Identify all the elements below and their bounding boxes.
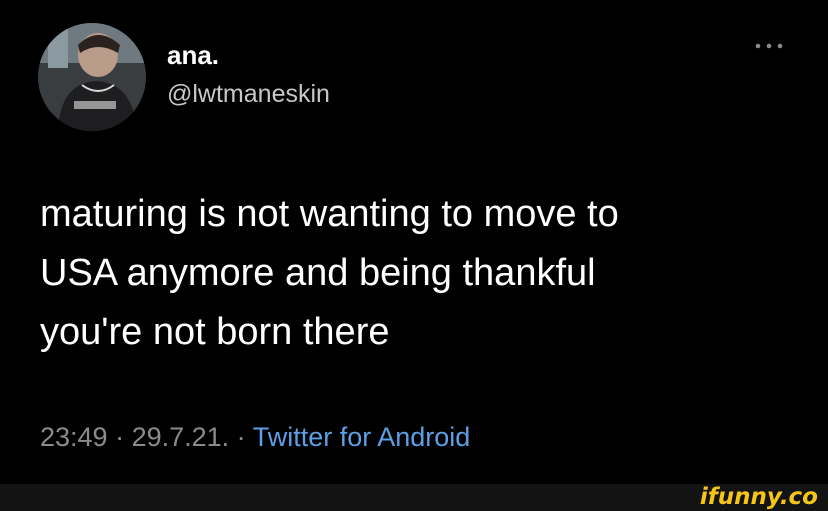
user-handle[interactable]: @lwtmaneskin xyxy=(167,79,330,109)
tweet-line: maturing is not wanting to move to xyxy=(40,193,619,235)
meta-separator: · xyxy=(229,422,253,452)
meta-separator: · xyxy=(107,422,132,452)
more-dots-glyph xyxy=(755,43,783,49)
tweet-time[interactable]: 23:49 xyxy=(40,422,108,452)
more-dots-icon[interactable] xyxy=(754,40,784,52)
tweet-date[interactable]: 29.7.21. xyxy=(132,422,230,452)
display-name[interactable]: ana. xyxy=(167,40,219,70)
tweet-meta: 23:49 · 29.7.21. · Twitter for Android xyxy=(40,420,470,454)
tweet-line: you're not born there xyxy=(40,311,390,353)
tweet-source-link[interactable]: Twitter for Android xyxy=(253,422,471,452)
tweet-text: maturing is not wanting to move to USA a… xyxy=(40,185,760,362)
avatar-photo-icon xyxy=(38,23,146,131)
tweet-line: USA anymore and being thankful xyxy=(40,252,596,294)
ifunny-watermark: ifunny.co xyxy=(699,484,818,510)
avatar[interactable] xyxy=(38,23,146,131)
